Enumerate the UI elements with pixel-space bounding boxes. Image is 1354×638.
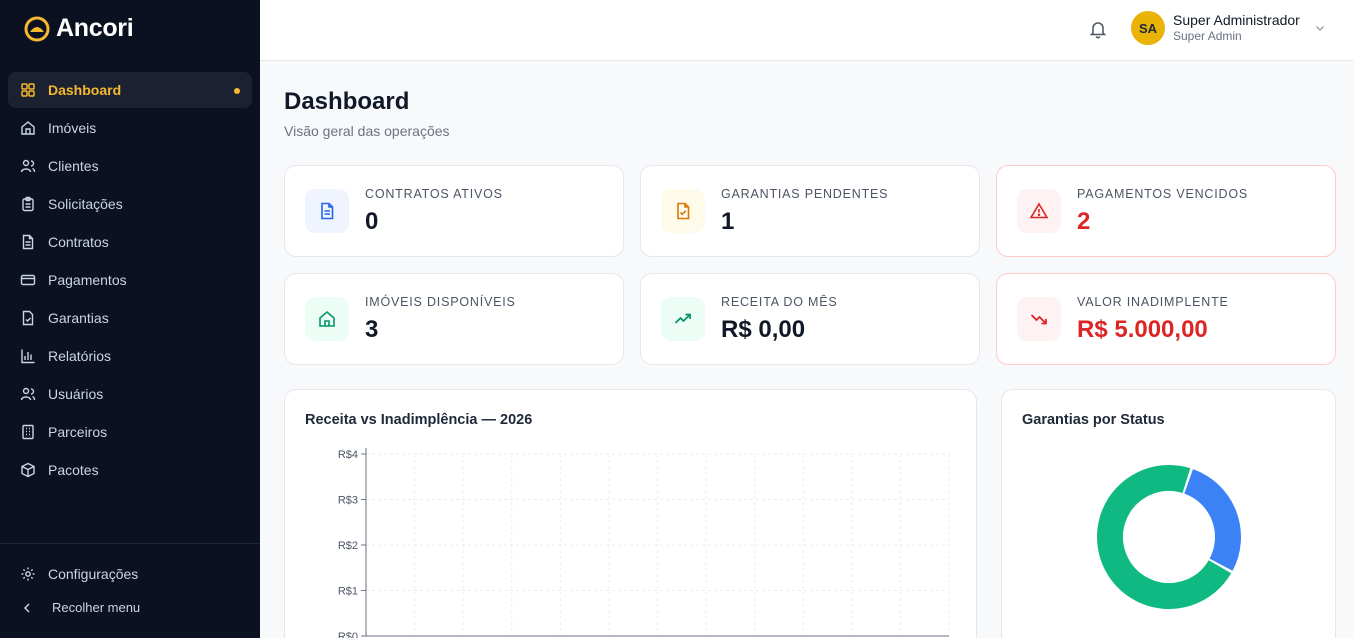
sidebar-item-parceiros[interactable]: Parceiros	[8, 414, 252, 450]
user-info: Super Administrador Super Admin	[1173, 12, 1300, 44]
sidebar-nav: Dashboard Imóveis Clientes Solicitações …	[8, 72, 252, 490]
user-menu[interactable]: SA Super Administrador Super Admin	[1131, 11, 1326, 45]
sidebar-item-relatorios[interactable]: Relatórios	[8, 338, 252, 374]
trending-up-icon	[661, 297, 705, 341]
user-role: Super Admin	[1173, 29, 1242, 43]
box-icon	[20, 462, 36, 478]
stat-label: RECEITA DO MÊS	[721, 295, 838, 309]
user-name: Super Administrador	[1173, 12, 1300, 28]
y-tick-label: R$4	[338, 449, 358, 461]
sidebar-item-label: Pagamentos	[48, 272, 127, 288]
sidebar-item-label: Relatórios	[48, 348, 112, 364]
collapse-menu-label: Recolher menu	[52, 600, 141, 615]
sidebar-item-dashboard[interactable]: Dashboard	[8, 72, 252, 108]
sidebar-item-label: Contratos	[48, 234, 109, 250]
home-icon	[20, 120, 36, 136]
stat-card-pagamentos-vencidos[interactable]: PAGAMENTOS VENCIDOS 2	[996, 165, 1336, 257]
sidebar-item-pacotes[interactable]: Pacotes	[8, 452, 252, 488]
revenue-chart: R$0 R$1 R$2 R$3 R$4	[338, 448, 950, 638]
stat-value: R$ 0,00	[721, 316, 806, 343]
sidebar-item-label: Garantias	[48, 310, 109, 326]
y-tick-label: R$3	[338, 495, 358, 507]
revenue-chart-card: Receita vs Inadimplência — 2026 R$0 R$1 R$…	[284, 389, 977, 638]
sidebar-item-pagamentos[interactable]: Pagamentos	[8, 262, 252, 298]
stat-card-receita-do-mes[interactable]: RECEITA DO MÊS R$ 0,00	[640, 273, 980, 365]
avatar: SA	[1131, 11, 1165, 45]
stat-card-garantias-pendentes[interactable]: GARANTIAS PENDENTES 1	[640, 165, 980, 257]
file-check-icon	[661, 189, 705, 233]
brand[interactable]: Ancori	[24, 14, 134, 43]
file-check-icon	[20, 310, 36, 326]
gear-icon	[20, 566, 36, 582]
donut-slice-0	[1183, 469, 1241, 571]
building-icon	[20, 424, 36, 440]
chevron-left-icon	[20, 601, 34, 615]
stat-value: 3	[365, 316, 379, 343]
stat-value: 0	[365, 208, 379, 235]
guarantees-status-card: Garantias por Status	[1001, 389, 1336, 638]
stat-label: CONTRATOS ATIVOS	[365, 187, 503, 201]
stat-card-valor-inadimplente[interactable]: VALOR INADIMPLENTE R$ 5.000,00	[996, 273, 1336, 365]
stat-label: IMÓVEIS DISPONÍVEIS	[365, 295, 516, 309]
stat-label: GARANTIAS PENDENTES	[721, 187, 889, 201]
sidebar-footer: Configurações	[8, 556, 252, 594]
trending-down-icon	[1017, 297, 1061, 341]
sidebar-item-clientes[interactable]: Clientes	[8, 148, 252, 184]
y-tick-label: R$1	[338, 586, 358, 598]
stat-card-imoveis-disponiveis[interactable]: IMÓVEIS DISPONÍVEIS 3	[284, 273, 624, 365]
grid-icon	[20, 82, 36, 98]
credit-card-icon	[20, 272, 36, 288]
collapse-menu-button[interactable]: Recolher menu	[20, 600, 140, 615]
active-indicator	[234, 88, 240, 94]
sidebar-item-garantias[interactable]: Garantias	[8, 300, 252, 336]
sidebar-item-label: Configurações	[48, 566, 139, 582]
chevron-down-icon	[1315, 26, 1324, 31]
y-tick-label: R$0	[338, 631, 358, 638]
sidebar-item-label: Clientes	[48, 158, 99, 174]
top-bar: SA Super Administrador Super Admin	[260, 0, 1354, 61]
home-icon	[305, 297, 349, 341]
sidebar-item-label: Pacotes	[48, 462, 99, 478]
users-icon	[20, 158, 36, 174]
brand-name: Ancori	[56, 14, 134, 42]
y-tick-label: R$2	[338, 540, 358, 552]
sidebar-item-contratos[interactable]: Contratos	[8, 224, 252, 260]
sidebar-item-configuracoes[interactable]: Configurações	[8, 556, 252, 592]
sidebar: Ancori Dashboard Imóveis Clientes Solici…	[0, 0, 260, 638]
sidebar-item-solicitacoes[interactable]: Solicitações	[8, 186, 252, 222]
sidebar-divider	[0, 543, 260, 544]
stat-label: VALOR INADIMPLENTE	[1077, 295, 1229, 309]
alert-triangle-icon	[1017, 189, 1061, 233]
ancori-logo-icon	[24, 16, 50, 41]
bar-chart-icon	[20, 348, 36, 364]
stat-card-contratos-ativos[interactable]: CONTRATOS ATIVOS 0	[284, 165, 624, 257]
sidebar-item-label: Usuários	[48, 386, 104, 402]
sidebar-item-label: Dashboard	[48, 82, 122, 98]
clipboard-icon	[20, 196, 36, 212]
sidebar-item-label: Parceiros	[48, 424, 108, 440]
stat-value: R$ 5.000,00	[1077, 316, 1208, 343]
guarantees-donut-chart	[1097, 465, 1241, 609]
sidebar-item-imoveis[interactable]: Imóveis	[8, 110, 252, 146]
sidebar-item-label: Solicitações	[48, 196, 123, 212]
sidebar-item-label: Imóveis	[48, 120, 97, 136]
page-subtitle: Visão geral das operações	[284, 123, 450, 139]
stat-value: 1	[721, 208, 735, 235]
bell-icon[interactable]	[1088, 19, 1108, 39]
stat-label: PAGAMENTOS VENCIDOS	[1077, 187, 1249, 201]
document-icon	[20, 234, 36, 250]
page-title: Dashboard	[284, 88, 410, 115]
stat-value: 2	[1077, 208, 1091, 235]
users-icon	[20, 386, 36, 402]
document-icon	[305, 189, 349, 233]
sidebar-item-usuarios[interactable]: Usuários	[8, 376, 252, 412]
